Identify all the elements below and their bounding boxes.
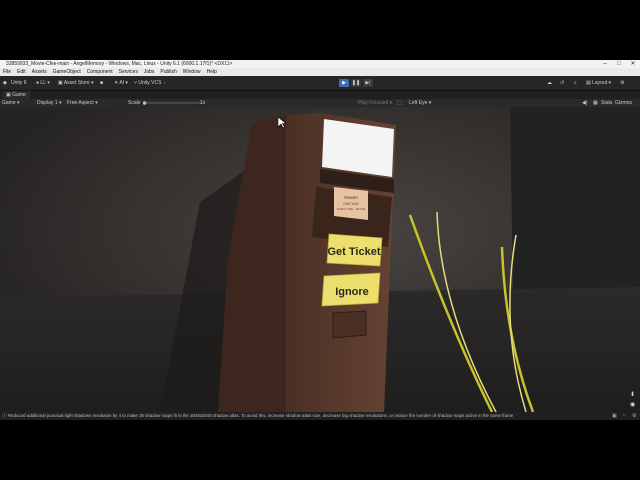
scale-slider-track[interactable] (142, 99, 203, 107)
overlay-icon[interactable]: ▦ (593, 99, 598, 107)
window-title: 33859933_Movie-Cfee-main - AngelMemory -… (6, 61, 233, 67)
account-button[interactable]: ● LL ▾ (36, 76, 50, 90)
tab-game[interactable]: ▣ Game (2, 91, 30, 99)
menu-publish[interactable]: Publish (157, 68, 179, 76)
game-viewport[interactable]: TICKET ONE WAY ADMIT ONE - MOVIE Get Tic… (0, 107, 640, 412)
menu-gameobject[interactable]: GameObject (50, 68, 84, 76)
scene-render: TICKET ONE WAY ADMIT ONE - MOVIE Get Tic… (0, 107, 640, 412)
console-icon[interactable]: ▣ (612, 412, 617, 420)
play-mode-dropdown[interactable]: Play Focused ▾ (358, 99, 392, 107)
menu-bar: File Edit Assets GameObject Component Se… (0, 68, 640, 76)
close-icon[interactable]: ✕ (626, 60, 640, 68)
display-label: Display 1 (37, 100, 58, 106)
vr-icon[interactable]: ⬚ (397, 99, 402, 107)
ai-button[interactable]: ✦ AI ▾ (114, 76, 128, 90)
minimize-icon[interactable]: – (598, 60, 612, 68)
debug-icon[interactable]: ⚙ (632, 412, 636, 420)
gizmos-button[interactable]: Gizmos (615, 99, 632, 107)
main-toolbar: ◆ Unity 6 ● LL ▾ ▣ Asset Store ▾ ■ ✦ AI … (0, 76, 640, 91)
unity-version-menu[interactable]: Unity 6 (11, 76, 27, 90)
settings-icon[interactable]: ⚙ (620, 76, 624, 90)
scale-label: Scale (128, 100, 141, 106)
info-icon: ⓘ (2, 413, 8, 419)
ai-label: AI (119, 80, 125, 86)
vcs-button[interactable]: ⑂ Unity VCS ▾ (134, 76, 166, 90)
unity-editor-window: 33859933_Movie-Cfee-main - AngelMemory -… (0, 60, 640, 420)
history-icon[interactable]: ↺ (560, 76, 564, 90)
ignore-label: Ignore (335, 286, 369, 298)
pause-button[interactable]: ❚❚ (351, 79, 361, 87)
scene-download-icon[interactable]: ⬇ (630, 391, 635, 398)
sign-line-3: ADMIT ONE - MOVIE (337, 207, 366, 211)
tab-bar: ▣ Game (0, 91, 640, 99)
account-label: LL (40, 80, 46, 86)
tab-game-label: Game (12, 92, 26, 98)
play-mode-label: Play Focused (358, 100, 389, 106)
get-ticket-label: Get Ticket (328, 246, 381, 258)
step-button[interactable]: ▶| (363, 79, 373, 87)
layout-label: Layout (592, 80, 608, 86)
scene-eye-icon[interactable]: ◉ (630, 401, 635, 408)
menu-edit[interactable]: Edit (14, 68, 29, 76)
menu-jobs[interactable]: Jobs (141, 68, 158, 76)
menu-file[interactable]: File (0, 68, 14, 76)
vcs-label: Unity VCS (138, 80, 162, 86)
eye-label: Left Eye (409, 100, 428, 106)
status-bar: ⓘ Reduced additional punctual light shad… (0, 412, 640, 420)
asset-store-button[interactable]: ▣ Asset Store ▾ (58, 76, 94, 90)
unity-logo-icon[interactable]: ◆ (3, 76, 7, 90)
audio-icon[interactable]: ◀) (582, 99, 588, 107)
asset-store-label: Asset Store (63, 80, 90, 86)
title-bar: 33859933_Movie-Cfee-main - AngelMemory -… (0, 60, 640, 68)
layout-dropdown[interactable]: ▤ Layout ▾ (586, 76, 611, 90)
mouse-cursor-icon (278, 117, 286, 129)
cloud-icon[interactable]: ■ (100, 76, 103, 90)
machine-screen (322, 119, 394, 177)
eye-dropdown[interactable]: Left Eye ▾ (409, 99, 431, 107)
play-button[interactable]: ▶ (339, 79, 349, 87)
sign-line-2: ONE WAY (343, 202, 360, 206)
sign-line-1: TICKET (344, 195, 359, 200)
menu-help[interactable]: Help (204, 68, 220, 76)
scale-value: 1x (200, 100, 206, 106)
maximize-icon[interactable]: □ (612, 60, 626, 68)
menu-component[interactable]: Component (84, 68, 116, 76)
stats-button[interactable]: Stats (601, 99, 612, 107)
menu-services[interactable]: Services (116, 68, 141, 76)
ticket-dispense-slot (332, 310, 367, 339)
progress-icon[interactable]: ◔ (622, 412, 625, 420)
menu-window[interactable]: Window (180, 68, 204, 76)
game-mode-label: Game (2, 100, 16, 106)
display-dropdown[interactable]: Display 1 ▾ (37, 99, 61, 107)
cloud-services-icon[interactable]: ☁ (547, 76, 552, 90)
game-mode-dropdown[interactable]: Game ▾ (2, 99, 20, 107)
aspect-dropdown[interactable]: Free Aspect ▾ (67, 99, 98, 107)
status-message[interactable]: Reduced additional punctual light shadow… (8, 412, 513, 420)
search-icon[interactable]: ⌕ (574, 76, 577, 90)
aspect-label: Free Aspect (67, 100, 94, 106)
menu-assets[interactable]: Assets (29, 68, 50, 76)
